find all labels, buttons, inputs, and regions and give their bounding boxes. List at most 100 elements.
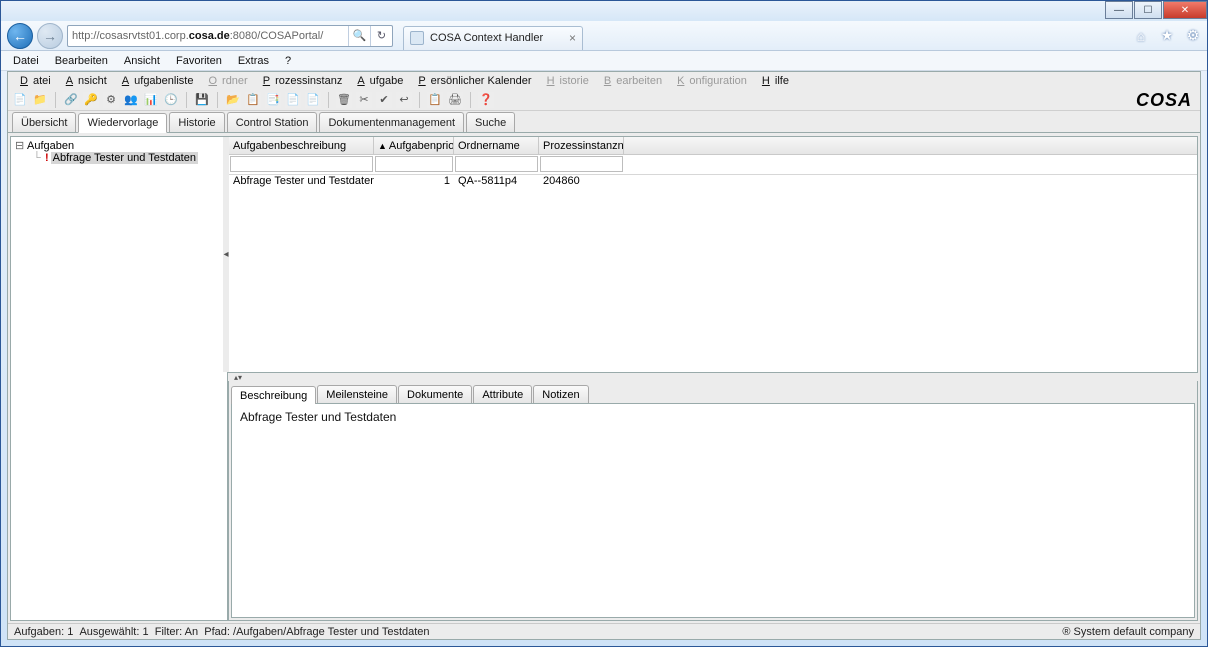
detail-tab[interactable]: Notizen (533, 385, 588, 403)
favorites-icon[interactable]: ★ (1159, 28, 1175, 44)
column-header[interactable]: Ordnername (454, 137, 539, 154)
column-header[interactable]: Prozessinstanzn... (539, 137, 624, 154)
app-menu-item[interactable]: Datei (10, 75, 56, 87)
toolbar-icon[interactable]: ✔ (376, 92, 392, 108)
detail-tab[interactable]: Beschreibung (231, 386, 316, 404)
cell-folder: QA--5811p4 (454, 175, 539, 191)
alert-icon: ! (45, 152, 49, 164)
main-tab[interactable]: Historie (169, 112, 224, 132)
favicon-icon (410, 31, 424, 45)
app-menu-item[interactable]: Persönlicher Kalender (408, 75, 536, 87)
app-menu-item: Bearbeiten (594, 75, 667, 87)
toolbar-icon[interactable]: 📄 (285, 92, 301, 108)
back-button[interactable]: ← (7, 23, 33, 49)
address-bar[interactable]: http://cosasrvtst01.corp.cosa.de:8080/CO… (67, 25, 393, 47)
toolbar-icon[interactable]: ⚙ (103, 92, 119, 108)
main-tab[interactable]: Übersicht (12, 112, 76, 132)
detail-tab[interactable]: Meilensteine (317, 385, 397, 403)
toolbar-icon[interactable]: 🖨 (447, 92, 463, 108)
main-tab[interactable]: Dokumentenmanagement (319, 112, 464, 132)
description-pane: Abfrage Tester und Testdaten (231, 403, 1195, 618)
main-tab[interactable]: Suche (466, 112, 515, 132)
filter-input[interactable] (455, 156, 538, 172)
tab-close-icon[interactable]: × (569, 31, 576, 45)
refresh-icon[interactable]: ↻ (370, 26, 392, 46)
app-menu-item[interactable]: Ansicht (56, 75, 112, 87)
browser-menu-item[interactable]: Extras (230, 55, 277, 67)
filter-input[interactable] (375, 156, 453, 172)
window-close-button[interactable]: ✕ (1163, 1, 1207, 19)
forward-button[interactable]: → (37, 23, 63, 49)
app-toolbar: 📄 📁 🔗 🔑 ⚙ 👥 📊 🕒 💾 📂 📋 📑 📄 📄 🗑 ✂ ✔ ↩ 📋 (8, 89, 1200, 111)
toolbar-icon[interactable]: 📋 (427, 92, 443, 108)
tree-collapse-icon[interactable]: ⊟ (15, 139, 25, 152)
browser-menu-item[interactable]: ? (277, 55, 299, 67)
status-bar: Aufgaben: 1 Ausgewählt: 1 Filter: An Pfa… (8, 623, 1200, 639)
detail-tab[interactable]: Dokumente (398, 385, 472, 403)
browser-nav-bar: ← → http://cosasrvtst01.corp.cosa.de:808… (1, 21, 1207, 51)
app-menubar[interactable]: DateiAnsichtAufgabenlisteOrdnerProzessin… (8, 72, 1200, 89)
tree-root-node[interactable]: ⊟ Aufgaben (15, 139, 223, 152)
app-menu-item: Historie (537, 75, 594, 87)
app-menu-item: Ordner (198, 75, 252, 87)
tools-icon[interactable]: ⚙ (1185, 28, 1201, 44)
toolbar-icon[interactable]: 💾 (194, 92, 210, 108)
app-menu-item[interactable]: Hilfe (752, 75, 794, 87)
browser-menubar[interactable]: DateiBearbeitenAnsichtFavoritenExtras? (1, 51, 1207, 71)
toolbar-icon[interactable]: 📋 (245, 92, 261, 108)
cell-prio: 1 (374, 175, 454, 191)
browser-menu-item[interactable]: Datei (5, 55, 47, 67)
toolbar-icon[interactable]: 🔑 (83, 92, 99, 108)
app-menu-item: Konfiguration (667, 75, 752, 87)
toolbar-icon[interactable]: 👥 (123, 92, 139, 108)
app-menu-item[interactable]: Aufgabe (347, 75, 408, 87)
tree-item-label: Abfrage Tester und Testdaten (51, 152, 198, 164)
status-company: ® System default company (1062, 626, 1194, 638)
window-maximize-button[interactable]: ☐ (1134, 1, 1162, 19)
filter-input[interactable] (230, 156, 373, 172)
search-icon[interactable]: 🔍 (348, 26, 370, 46)
window-minimize-button[interactable]: — (1105, 1, 1133, 19)
cosa-app: DateiAnsichtAufgabenlisteOrdnerProzessin… (7, 71, 1201, 640)
app-menu-item[interactable]: Prozessinstanz (253, 75, 348, 87)
browser-tab[interactable]: COSA Context Handler × (403, 26, 583, 50)
toolbar-icon[interactable]: 📑 (265, 92, 281, 108)
toolbar-icon[interactable]: ↩ (396, 92, 412, 108)
toolbar-icon[interactable]: ✂ (356, 92, 372, 108)
browser-menu-item[interactable]: Favoriten (168, 55, 230, 67)
toolbar-icon[interactable]: 📄 (12, 92, 28, 108)
status-selected: Ausgewählt: 1 (79, 626, 148, 638)
main-tab-strip: ÜbersichtWiedervorlageHistorieControl St… (8, 111, 1200, 133)
detail-tab[interactable]: Attribute (473, 385, 532, 403)
detail-tab-strip: BeschreibungMeilensteineDokumenteAttribu… (231, 383, 1195, 403)
home-icon[interactable]: ⌂ (1133, 28, 1149, 44)
toolbar-icon[interactable]: 📊 (143, 92, 159, 108)
main-tab[interactable]: Wiedervorlage (78, 113, 167, 133)
main-tab[interactable]: Control Station (227, 112, 318, 132)
toolbar-icon[interactable]: ❓ (478, 92, 494, 108)
column-header[interactable]: Aufgabenbeschreibung (229, 137, 374, 154)
cell-desc: Abfrage Tester und Testdaten (229, 175, 374, 191)
task-grid: ◂ Aufgabenbeschreibung ▲Aufgabenprior...… (228, 136, 1198, 373)
toolbar-icon[interactable]: 📁 (32, 92, 48, 108)
browser-menu-item[interactable]: Bearbeiten (47, 55, 116, 67)
toolbar-icon[interactable]: 🗑 (336, 92, 352, 108)
toolbar-icon[interactable]: 🔗 (63, 92, 79, 108)
status-tasks: Aufgaben: 1 (14, 626, 73, 638)
app-menu-item[interactable]: Aufgabenliste (112, 75, 199, 87)
toolbar-icon[interactable]: 📄 (305, 92, 321, 108)
filter-input[interactable] (540, 156, 623, 172)
toolbar-icon[interactable]: 📂 (225, 92, 241, 108)
status-path: Pfad: /Aufgaben/Abfrage Tester und Testd… (204, 626, 429, 638)
window-titlebar: — ☐ ✕ (1, 1, 1207, 21)
table-row[interactable]: Abfrage Tester und Testdaten 1 QA--5811p… (229, 175, 1197, 191)
tree-child-node[interactable]: └ ! Abfrage Tester und Testdaten (33, 152, 223, 164)
pane-collapse-handle[interactable]: ◂ (223, 137, 229, 372)
horizontal-splitter[interactable]: ▴▾ (228, 373, 1198, 381)
browser-menu-item[interactable]: Ansicht (116, 55, 168, 67)
tab-title: COSA Context Handler (430, 32, 543, 44)
column-header[interactable]: ▲Aufgabenprior... (374, 137, 454, 154)
tree-root-label: Aufgaben (27, 140, 74, 152)
toolbar-icon[interactable]: 🕒 (163, 92, 179, 108)
description-text: Abfrage Tester und Testdaten (240, 410, 396, 424)
